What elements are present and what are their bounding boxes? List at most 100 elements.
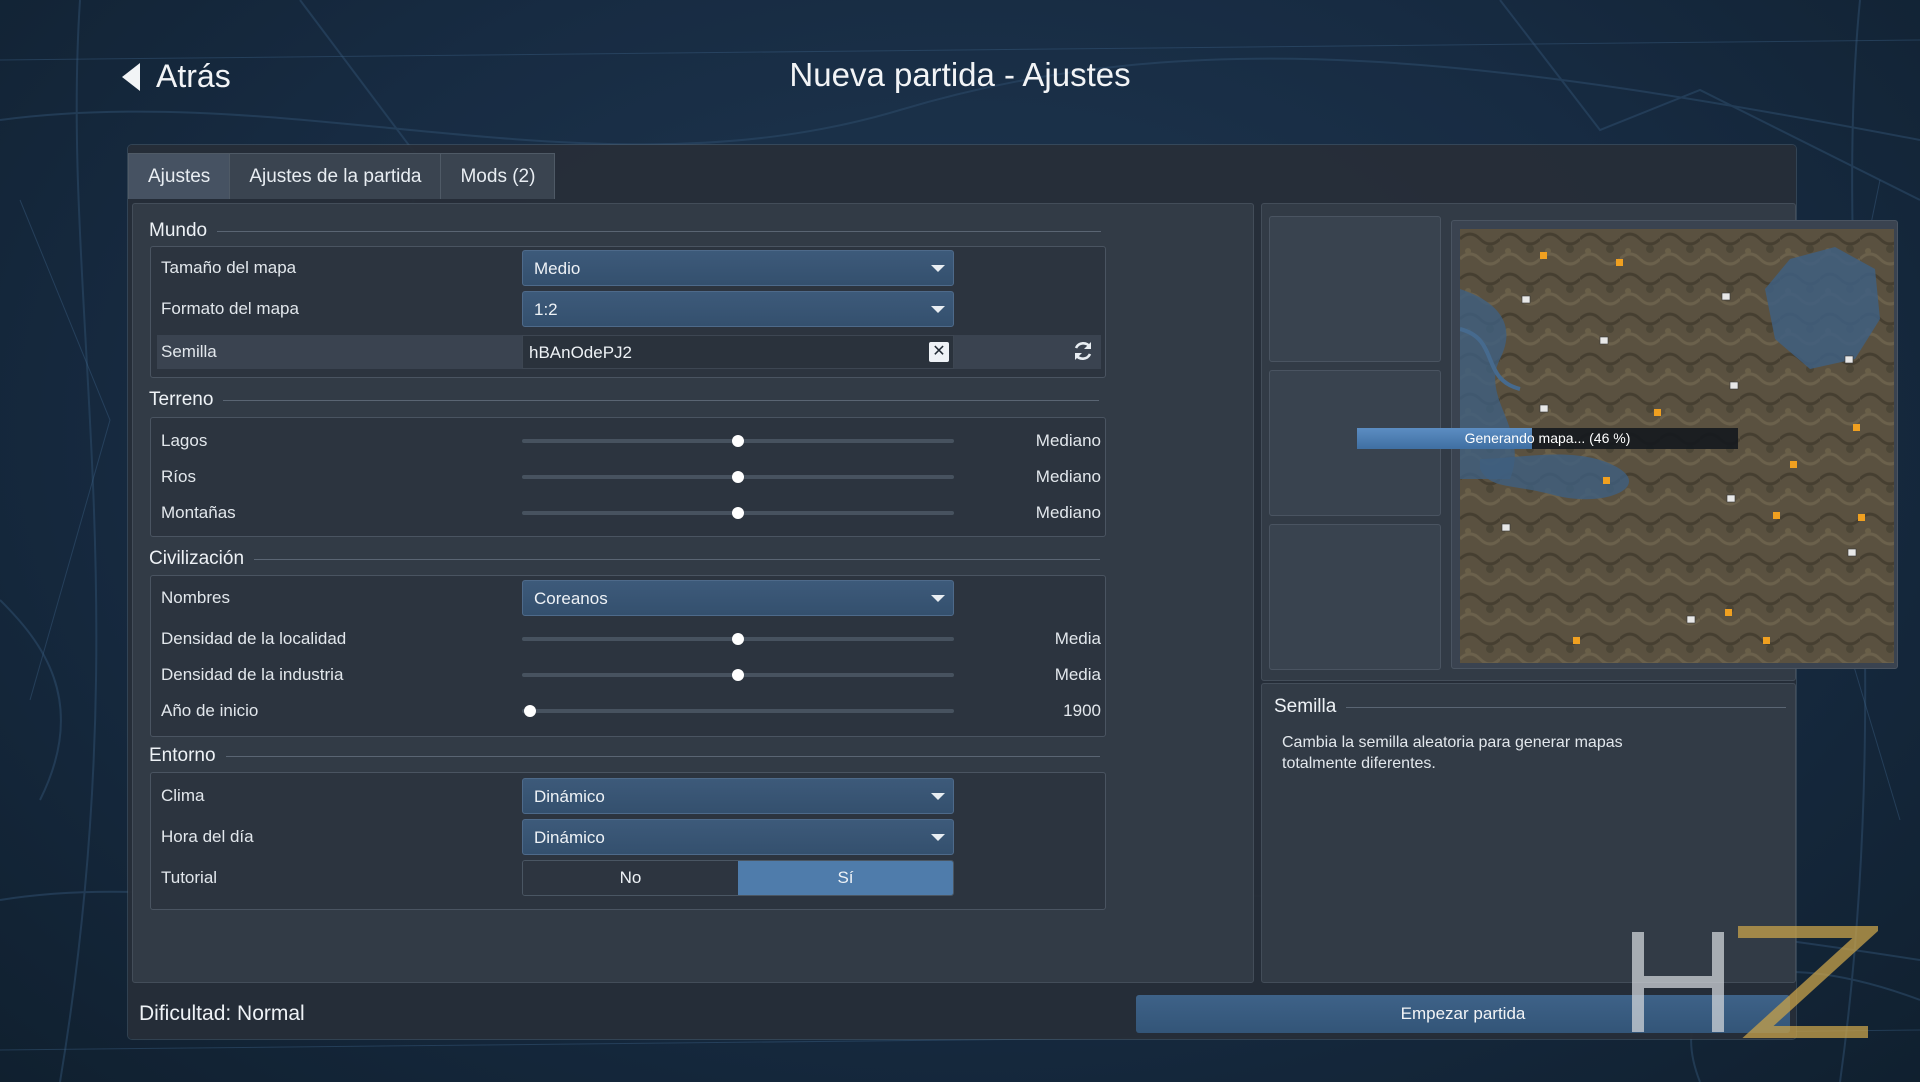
row-rivers: Ríos Mediano bbox=[157, 460, 1101, 494]
time-of-day-label: Hora del día bbox=[161, 827, 254, 846]
town-density-slider[interactable] bbox=[522, 632, 954, 646]
group-entorno: Clima Dinámico Hora del día Dinámico Tut… bbox=[150, 772, 1106, 910]
watermark-logo bbox=[1632, 926, 1878, 1038]
start-year-label: Año de inicio bbox=[161, 701, 259, 720]
lakes-label: Lagos bbox=[161, 431, 208, 450]
climate-label: Clima bbox=[161, 786, 205, 805]
row-industry-density: Densidad de la industria Media bbox=[157, 658, 1101, 692]
names-dropdown[interactable]: Coreanos bbox=[522, 580, 954, 616]
section-divider bbox=[217, 230, 1102, 232]
mountains-value: Mediano bbox=[1035, 503, 1101, 522]
town-density-value: Media bbox=[1054, 629, 1101, 648]
rivers-label: Ríos bbox=[161, 467, 196, 486]
map-format-value: 1:2 bbox=[534, 300, 558, 319]
section-title-mundo: Mundo bbox=[149, 220, 1102, 242]
industry-density-label: Densidad de la industria bbox=[161, 665, 344, 684]
climate-dropdown[interactable]: Dinámico bbox=[522, 778, 954, 814]
section-label: Mundo bbox=[149, 220, 208, 241]
group-civilizacion: Nombres Coreanos Densidad de la localida… bbox=[150, 575, 1106, 737]
row-start-year: Año de inicio 1900 bbox=[157, 694, 1101, 728]
lakes-slider[interactable] bbox=[522, 434, 954, 448]
slider-thumb[interactable] bbox=[524, 705, 536, 717]
chevron-down-icon bbox=[931, 595, 945, 602]
names-value: Coreanos bbox=[534, 589, 608, 608]
section-title-civilizacion: Civilización bbox=[149, 548, 1101, 570]
seed-value: hBAnOdePJ2 bbox=[529, 343, 633, 362]
section-divider bbox=[225, 755, 1100, 757]
slider-track bbox=[522, 709, 954, 713]
chevron-down-icon bbox=[931, 834, 945, 841]
section-divider bbox=[223, 399, 1100, 401]
row-map-format: Formato del mapa 1:2 bbox=[157, 291, 1101, 327]
slider-thumb[interactable] bbox=[732, 669, 744, 681]
start-year-slider[interactable] bbox=[522, 704, 954, 718]
row-names: Nombres Coreanos bbox=[157, 580, 1101, 616]
names-label: Nombres bbox=[161, 588, 230, 607]
info-title: Semilla bbox=[1274, 696, 1787, 718]
row-climate: Clima Dinámico bbox=[157, 778, 1101, 814]
chevron-down-icon bbox=[931, 265, 945, 272]
row-time-of-day: Hora del día Dinámico bbox=[157, 819, 1101, 855]
section-label: Civilización bbox=[149, 548, 245, 569]
mountains-label: Montañas bbox=[161, 503, 236, 522]
climate-value: Dinámico bbox=[534, 787, 605, 806]
time-of-day-value: Dinámico bbox=[534, 828, 605, 847]
info-text: Cambia la semilla aleatoria para generar… bbox=[1282, 734, 1623, 772]
chevron-down-icon bbox=[931, 793, 945, 800]
slider-thumb[interactable] bbox=[732, 471, 744, 483]
refresh-icon[interactable] bbox=[1071, 339, 1095, 363]
map-thumbnail-slot[interactable] bbox=[1269, 216, 1441, 362]
tab-bar: Ajustes Ajustes de la partida Mods (2) bbox=[128, 153, 556, 199]
row-tutorial: Tutorial No Sí bbox=[157, 860, 1101, 896]
group-terreno: Lagos Mediano Ríos Mediano Montañas Medi… bbox=[150, 417, 1106, 537]
rivers-slider[interactable] bbox=[522, 470, 954, 484]
rivers-value: Mediano bbox=[1035, 467, 1101, 486]
tutorial-option-si[interactable]: Sí bbox=[738, 861, 953, 895]
slider-thumb[interactable] bbox=[732, 633, 744, 645]
tutorial-label: Tutorial bbox=[161, 868, 218, 887]
top-bar: Atrás Nueva partida - Ajustes bbox=[0, 0, 1920, 150]
row-lakes: Lagos Mediano bbox=[157, 424, 1101, 458]
row-seed: Semilla hBAnOdePJ2 ✕ bbox=[157, 335, 1101, 369]
section-title-entorno: Entorno bbox=[149, 745, 1100, 767]
industry-density-slider[interactable] bbox=[522, 668, 954, 682]
tab-ajustes[interactable]: Ajustes bbox=[128, 153, 231, 199]
section-label: Entorno bbox=[149, 745, 216, 766]
tutorial-toggle[interactable]: No Sí bbox=[522, 860, 954, 896]
map-generation-progress: Generando mapa... (46 %) bbox=[1357, 428, 1738, 449]
section-label: Terreno bbox=[149, 389, 214, 410]
industry-density-value: Media bbox=[1054, 665, 1101, 684]
row-mountains: Montañas Mediano bbox=[157, 496, 1101, 530]
tab-ajustes-partida[interactable]: Ajustes de la partida bbox=[229, 153, 442, 199]
map-size-value: Medio bbox=[534, 259, 581, 278]
time-of-day-dropdown[interactable]: Dinámico bbox=[522, 819, 954, 855]
settings-window: Ajustes Ajustes de la partida Mods (2) M… bbox=[128, 145, 1898, 1039]
progress-text: Generando mapa... (46 %) bbox=[1464, 430, 1631, 446]
map-format-label: Formato del mapa bbox=[161, 299, 299, 318]
difficulty-label: Dificultad: Normal bbox=[139, 1002, 305, 1025]
tab-mods[interactable]: Mods (2) bbox=[440, 153, 556, 199]
seed-input[interactable]: hBAnOdePJ2 ✕ bbox=[522, 335, 954, 369]
row-town-density: Densidad de la localidad Media bbox=[157, 622, 1101, 656]
start-year-value: 1900 bbox=[1063, 701, 1101, 720]
slider-thumb[interactable] bbox=[732, 507, 744, 519]
slider-thumb[interactable] bbox=[732, 435, 744, 447]
seed-label: Semilla bbox=[161, 342, 217, 361]
close-icon[interactable]: ✕ bbox=[929, 342, 949, 362]
row-map-size: Tamaño del mapa Medio bbox=[157, 250, 1101, 286]
map-thumbnail-slot[interactable] bbox=[1269, 524, 1441, 670]
section-title-terreno: Terreno bbox=[149, 389, 1100, 411]
section-divider bbox=[254, 558, 1101, 560]
lakes-value: Mediano bbox=[1035, 431, 1101, 450]
chevron-down-icon bbox=[931, 306, 945, 313]
section-divider bbox=[1346, 706, 1787, 708]
page-title: Nueva partida - Ajustes bbox=[789, 56, 1131, 93]
tutorial-option-no[interactable]: No bbox=[523, 861, 738, 895]
group-mundo: Tamaño del mapa Medio Formato del mapa 1… bbox=[150, 246, 1106, 378]
town-density-label: Densidad de la localidad bbox=[161, 629, 347, 648]
mountains-slider[interactable] bbox=[522, 506, 954, 520]
map-size-dropdown[interactable]: Medio bbox=[522, 250, 954, 286]
map-format-dropdown[interactable]: 1:2 bbox=[522, 291, 954, 327]
info-title-label: Semilla bbox=[1274, 696, 1337, 717]
settings-panel: Mundo Tamaño del mapa Medio Formato del … bbox=[132, 203, 1254, 983]
